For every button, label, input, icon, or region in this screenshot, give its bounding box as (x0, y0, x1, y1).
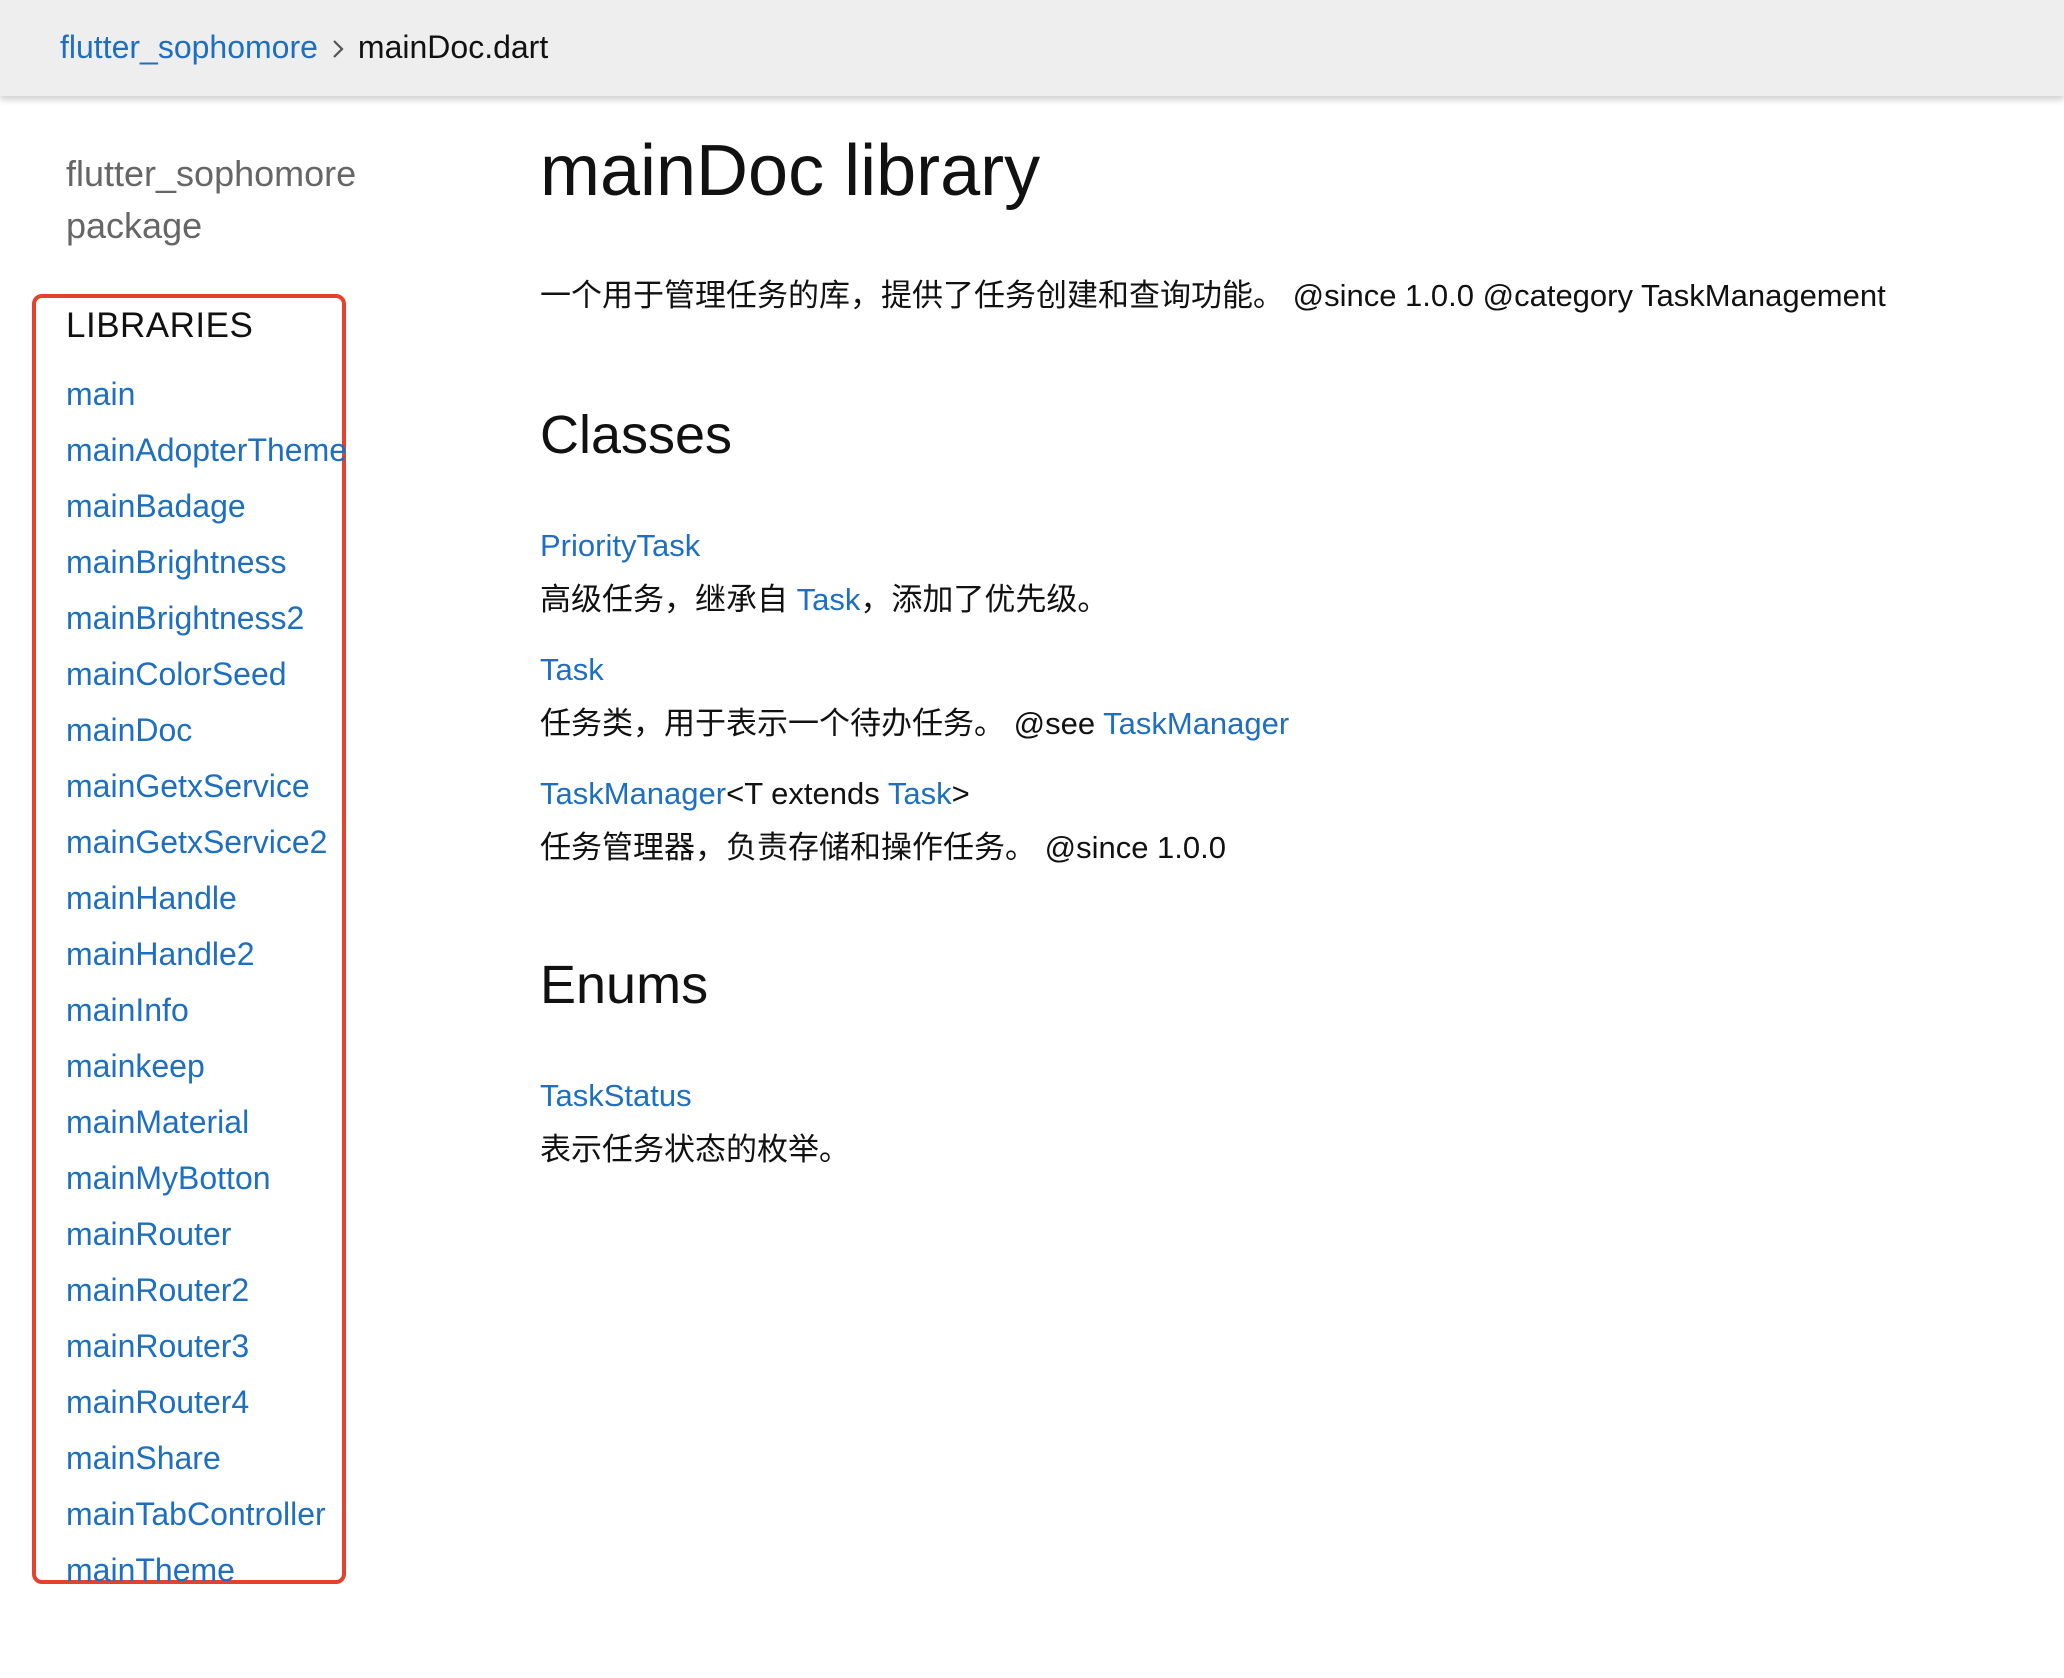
library-link-mainDoc[interactable]: mainDoc (66, 712, 192, 748)
libraries-list: main mainAdopterTheme mainBadage mainBri… (66, 366, 347, 1598)
page-title: mainDoc library (540, 131, 1041, 211)
library-item: mainRouter3 (66, 1318, 347, 1374)
library-link-mainHandle2[interactable]: mainHandle2 (66, 936, 255, 972)
class-entry-name: Task (540, 652, 604, 688)
library-item: mainHandle2 (66, 926, 347, 982)
library-link-mainRouter3[interactable]: mainRouter3 (66, 1328, 249, 1364)
library-link-mainMyBotton[interactable]: mainMyBotton (66, 1160, 271, 1196)
breadcrumb: flutter_sophomore mainDoc.dart (60, 24, 548, 70)
library-link-mainBrightness[interactable]: mainBrightness (66, 544, 287, 580)
library-item: mainkeep (66, 1038, 347, 1094)
description-text: 高级任务，继承自 (540, 582, 797, 617)
class-link-prioritytask[interactable]: PriorityTask (540, 528, 700, 563)
library-link-mainBadage[interactable]: mainBadage (66, 488, 246, 524)
description-text: ，添加了优先级。 (860, 582, 1109, 617)
library-link-mainMaterial[interactable]: mainMaterial (66, 1104, 249, 1140)
class-link-task[interactable]: Task (540, 652, 604, 687)
library-item: mainHandle (66, 870, 347, 926)
generic-type-close: > (951, 776, 970, 811)
enum-link-taskstatus[interactable]: TaskStatus (540, 1078, 692, 1113)
generic-type-link-task[interactable]: Task (888, 776, 952, 811)
library-item: mainBrightness2 (66, 590, 347, 646)
libraries-heading: LIBRARIES (66, 306, 254, 345)
library-link-mainkeep[interactable]: mainkeep (66, 1048, 205, 1084)
library-item: mainBrightness (66, 534, 347, 590)
classes-heading: Classes (540, 405, 733, 465)
library-item: mainShare (66, 1430, 347, 1486)
enums-heading: Enums (540, 955, 709, 1015)
library-description: 一个用于管理任务的库，提供了任务创建和查询功能。 @since 1.0.0 @c… (540, 278, 1886, 313)
library-link-main[interactable]: main (66, 376, 135, 412)
breadcrumb-package-link[interactable]: flutter_sophomore (60, 29, 318, 66)
class-link-taskmanager[interactable]: TaskManager (540, 776, 726, 811)
package-name-line2: package (66, 205, 203, 246)
library-item: mainTabController (66, 1486, 347, 1542)
library-link-mainInfo[interactable]: mainInfo (66, 992, 189, 1028)
class-entry-name: PriorityTask (540, 528, 700, 564)
description-text: 任务类，用于表示一个待办任务。 @see (540, 706, 1104, 741)
library-link-mainColorSeed[interactable]: mainColorSeed (66, 656, 287, 692)
library-link-mainRouter[interactable]: mainRouter (66, 1216, 231, 1252)
library-item: mainRouter4 (66, 1374, 347, 1430)
class-entry-name: TaskManager<T extends Task> (540, 776, 970, 812)
package-name: flutter_sophomore package (66, 148, 396, 252)
library-item: mainInfo (66, 982, 347, 1038)
library-item: mainMyBotton (66, 1150, 347, 1206)
library-item: mainMaterial (66, 1094, 347, 1150)
library-link-mainBrightness2[interactable]: mainBrightness2 (66, 600, 304, 636)
class-entry-description: 任务管理器，负责存储和操作任务。 @since 1.0.0 (540, 830, 1227, 865)
library-item: mainColorSeed (66, 646, 347, 702)
library-link-mainGetxService[interactable]: mainGetxService (66, 768, 310, 804)
library-item: mainTheme (66, 1542, 347, 1598)
library-item: mainBadage (66, 478, 347, 534)
inline-link-taskmanager[interactable]: TaskManager (1103, 706, 1289, 741)
class-entry-description: 任务类，用于表示一个待办任务。 @see TaskManager (540, 698, 1289, 743)
library-item: mainRouter2 (66, 1262, 347, 1318)
library-item: mainGetxService2 (66, 814, 347, 870)
library-item: mainGetxService (66, 758, 347, 814)
generic-type-open: <T extends (726, 776, 888, 811)
breadcrumb-current-file: mainDoc.dart (357, 28, 549, 65)
library-item: mainRouter (66, 1206, 347, 1262)
chevron-right-icon (318, 31, 358, 63)
library-link-mainGetxService2[interactable]: mainGetxService2 (66, 824, 327, 860)
library-link-mainHandle[interactable]: mainHandle (66, 880, 237, 916)
library-item: main (66, 366, 347, 422)
top-header-bar: flutter_sophomore mainDoc.dart (0, 0, 2064, 96)
left-sidebar: flutter_sophomore package LIBRARIES main… (0, 96, 420, 1678)
inline-link-task[interactable]: Task (797, 582, 861, 617)
enum-entry-name: TaskStatus (540, 1078, 692, 1114)
library-link-mainRouter2[interactable]: mainRouter2 (66, 1272, 249, 1308)
library-item: mainDoc (66, 702, 347, 758)
library-link-mainAdopterTheme[interactable]: mainAdopterTheme (66, 432, 347, 468)
library-item: mainAdopterTheme (66, 422, 347, 478)
library-link-mainTheme[interactable]: mainTheme (66, 1552, 235, 1588)
library-link-mainRouter4[interactable]: mainRouter4 (66, 1384, 249, 1420)
package-name-line1: flutter_sophomore (66, 153, 357, 194)
library-link-mainTabController[interactable]: mainTabController (66, 1496, 326, 1532)
library-link-mainShare[interactable]: mainShare (66, 1440, 221, 1476)
class-entry-description: 高级任务，继承自 Task，添加了优先级。 (540, 574, 1108, 619)
enum-entry-description: 表示任务状态的枚举。 (540, 1132, 850, 1167)
